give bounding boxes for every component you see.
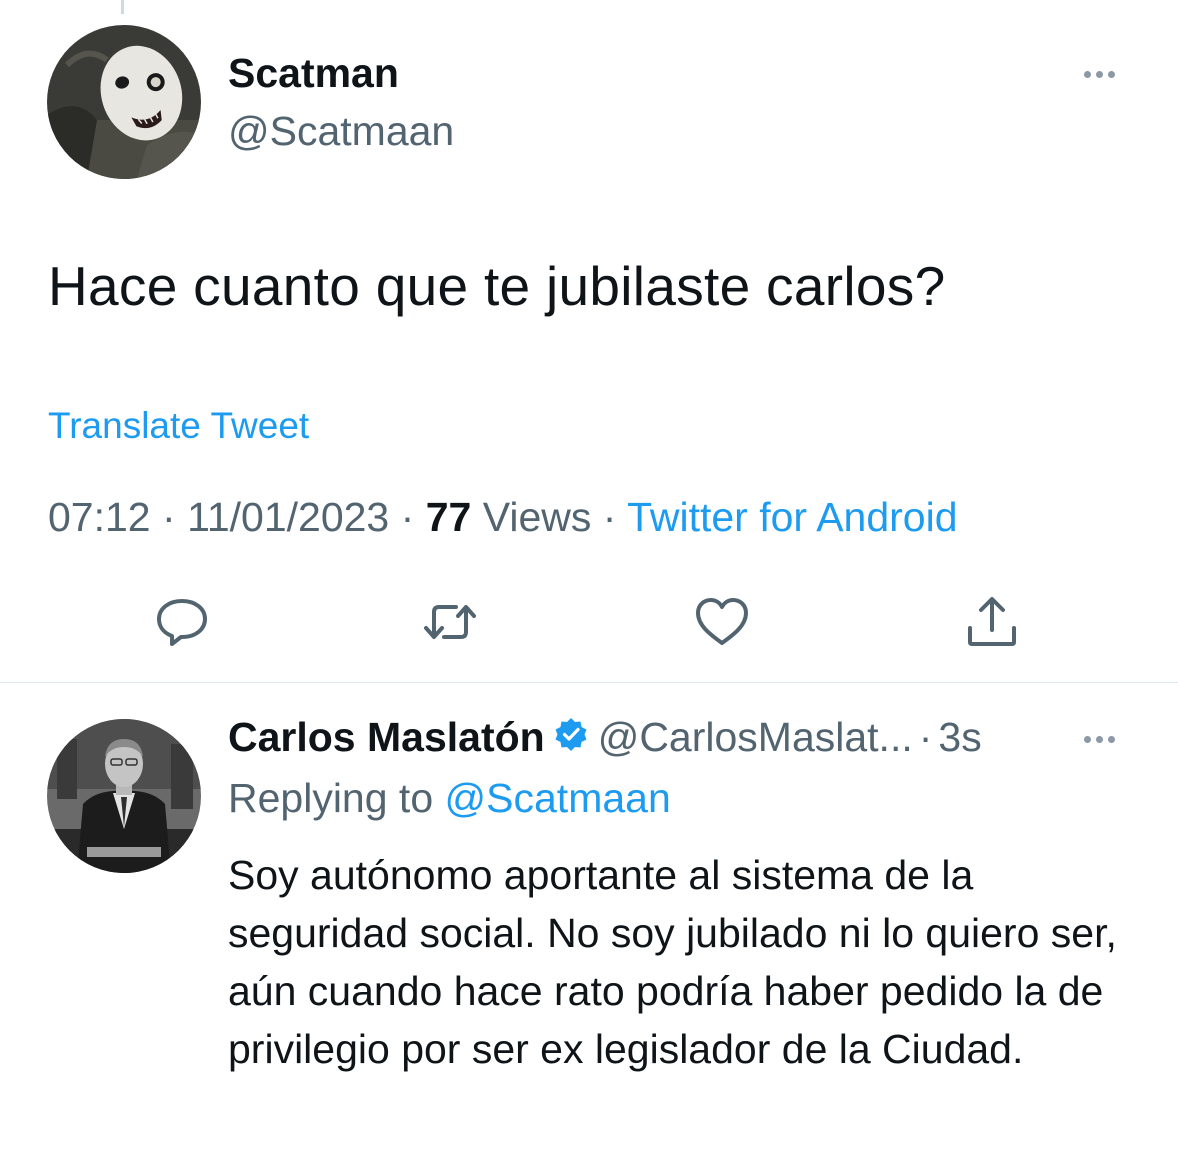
dot [1084,736,1091,743]
verified-badge-icon [554,714,588,761]
reply-text: Soy autónomo aportante al sistema de la … [228,852,1117,1072]
tweet-time: 07:12 [48,494,151,540]
tweet-metadata: 07:12 · 11/01/2023 · 77 Views · Twitter … [48,494,958,541]
meta-separator: · [918,714,933,760]
share-icon [968,597,1016,646]
meta-separator: · [162,494,176,540]
replying-to-label: Replying to [228,775,434,821]
heart-icon [696,598,748,645]
dot [1096,71,1103,78]
replying-to-mention[interactable]: @Scatmaan [445,775,671,821]
reply-author-avatar[interactable] [47,719,201,873]
reply-bubble-icon [157,599,207,646]
reply-author-handle[interactable]: @CarlosMaslat... [598,714,913,761]
masked-face-avatar-icon [47,25,201,179]
meta-separator: · [602,494,617,540]
tweet-text: Hace cuanto que te jubilaste carlos? [48,255,946,317]
share-button[interactable] [962,592,1022,652]
reply-timestamp[interactable]: 3s [938,714,981,761]
dot [1108,71,1115,78]
dot [1096,736,1103,743]
reply-button[interactable] [152,592,212,652]
author-name[interactable]: Scatman [228,50,399,97]
tweet-date: 11/01/2023 [187,494,390,540]
replying-to-line: Replying to @Scatmaan [228,775,671,822]
author-avatar[interactable] [47,25,201,179]
man-in-suit-avatar-icon [47,719,201,873]
thread-connector-line [121,0,124,14]
dot [1108,736,1115,743]
reply-header: Carlos Maslatón @CarlosMaslat... · 3s [228,714,982,761]
translate-tweet-link[interactable]: Translate Tweet [48,405,309,447]
retweet-button[interactable] [420,592,480,652]
more-options-icon[interactable] [1084,71,1115,78]
dot [1084,71,1091,78]
like-button[interactable] [692,592,752,652]
divider [0,682,1178,683]
author-handle[interactable]: @Scatmaan [228,108,454,155]
meta-separator: · [400,494,415,540]
views-label[interactable]: Views [483,494,592,540]
retweet-icon [424,605,476,639]
tweet-source-link[interactable]: Twitter for Android [627,494,957,540]
reply-more-options-icon[interactable] [1084,736,1115,743]
views-count[interactable]: 77 [426,494,472,540]
reply-author-name[interactable]: Carlos Maslatón [228,714,545,761]
